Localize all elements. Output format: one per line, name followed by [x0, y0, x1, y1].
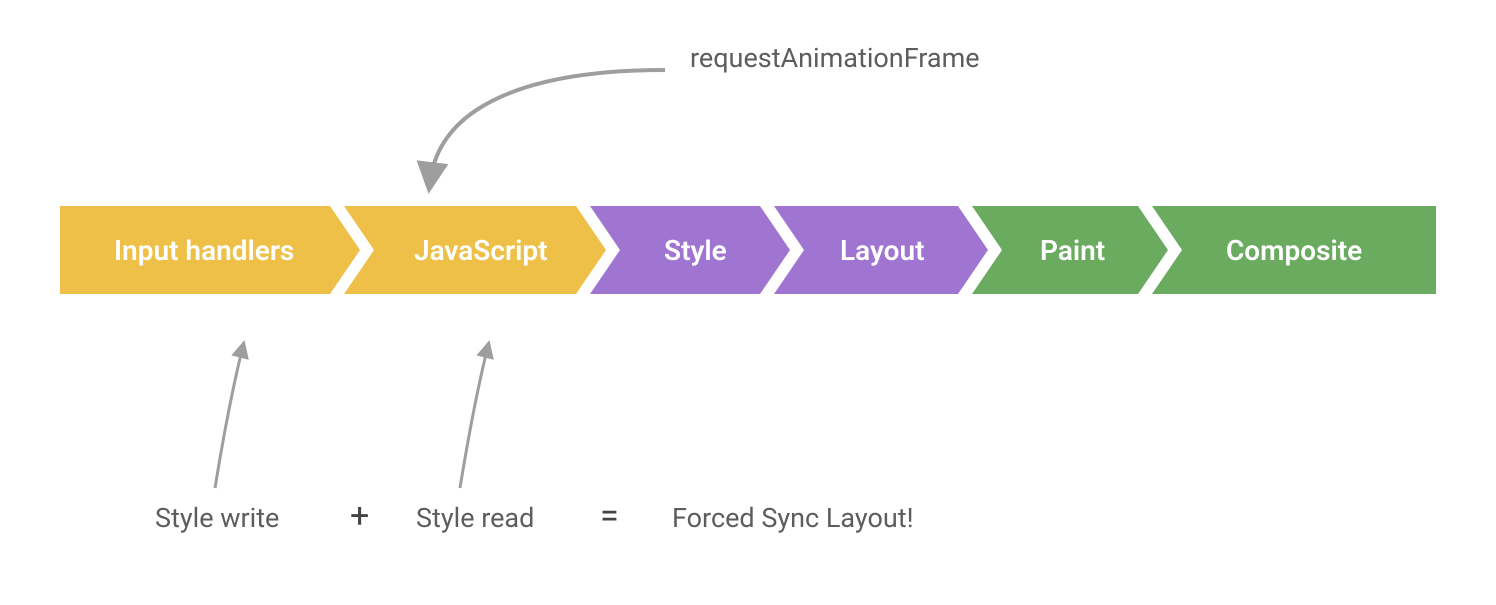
arrow-raf — [430, 70, 665, 182]
label-raf: requestAnimationFrame — [690, 42, 980, 74]
op-equals: = — [600, 496, 619, 536]
stage-label-javascript: JavaScript — [414, 234, 548, 267]
arrow-style-write — [215, 346, 243, 488]
stage-label-layout: Layout — [840, 234, 925, 267]
stage-label-paint: Paint — [1040, 234, 1105, 267]
label-style-write: Style write — [155, 502, 279, 534]
stage-label-composite: Composite — [1226, 234, 1362, 267]
stage-label-style: Style — [664, 234, 727, 267]
op-plus: + — [350, 496, 369, 536]
stage-label-input-handlers: Input handlers — [114, 234, 294, 267]
label-forced-sync: Forced Sync Layout! — [672, 502, 914, 534]
label-style-read: Style read — [416, 502, 534, 534]
arrow-style-read — [460, 346, 488, 488]
